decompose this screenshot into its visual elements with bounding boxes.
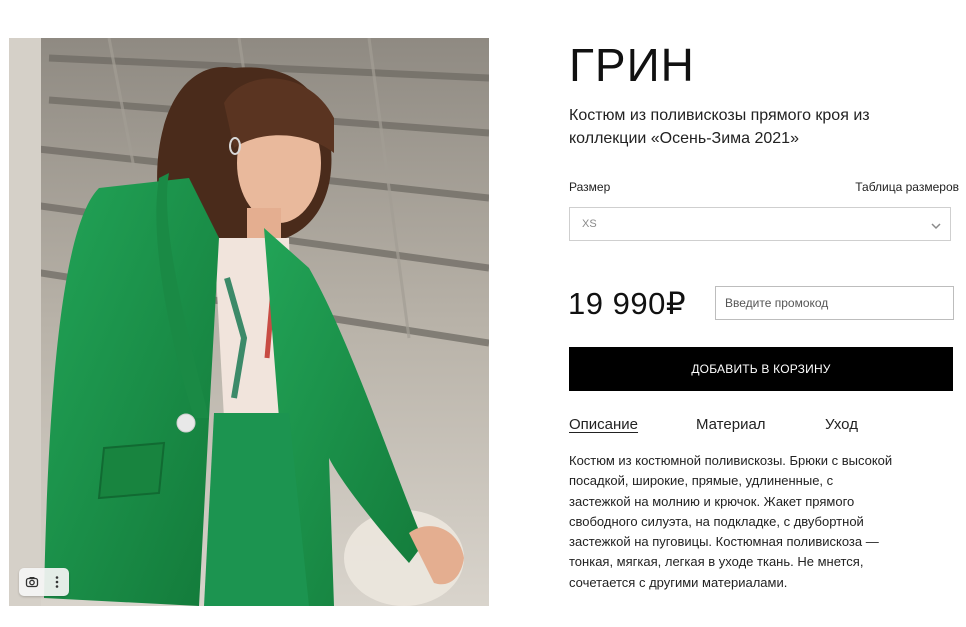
promo-code-input[interactable] [715, 286, 954, 320]
more-vertical-icon[interactable] [47, 572, 67, 592]
size-select-value: XS [582, 218, 597, 230]
chevron-down-icon [930, 219, 942, 237]
lens-icon[interactable] [22, 572, 42, 592]
tab-material[interactable]: Материал [696, 416, 766, 433]
size-label: Размер [569, 180, 611, 194]
photo-toolbar [19, 568, 69, 596]
size-select[interactable]: XS [569, 207, 951, 241]
size-table-link[interactable]: Таблица размеров [855, 180, 959, 194]
tab-description[interactable]: Описание [569, 416, 638, 433]
add-to-cart-button[interactable]: ДОБАВИТЬ В КОРЗИНУ [569, 347, 953, 391]
product-subtitle: Костюм из поливискозы прямого кроя из ко… [569, 107, 870, 147]
product-description: Костюм из костюмной поливискозы. Брюки с… [569, 453, 893, 590]
product-photo[interactable] [9, 38, 489, 606]
tab-care[interactable]: Уход [825, 416, 858, 433]
product-price: 19 990₽ [568, 286, 687, 321]
product-title: ГРИН [569, 39, 695, 91]
